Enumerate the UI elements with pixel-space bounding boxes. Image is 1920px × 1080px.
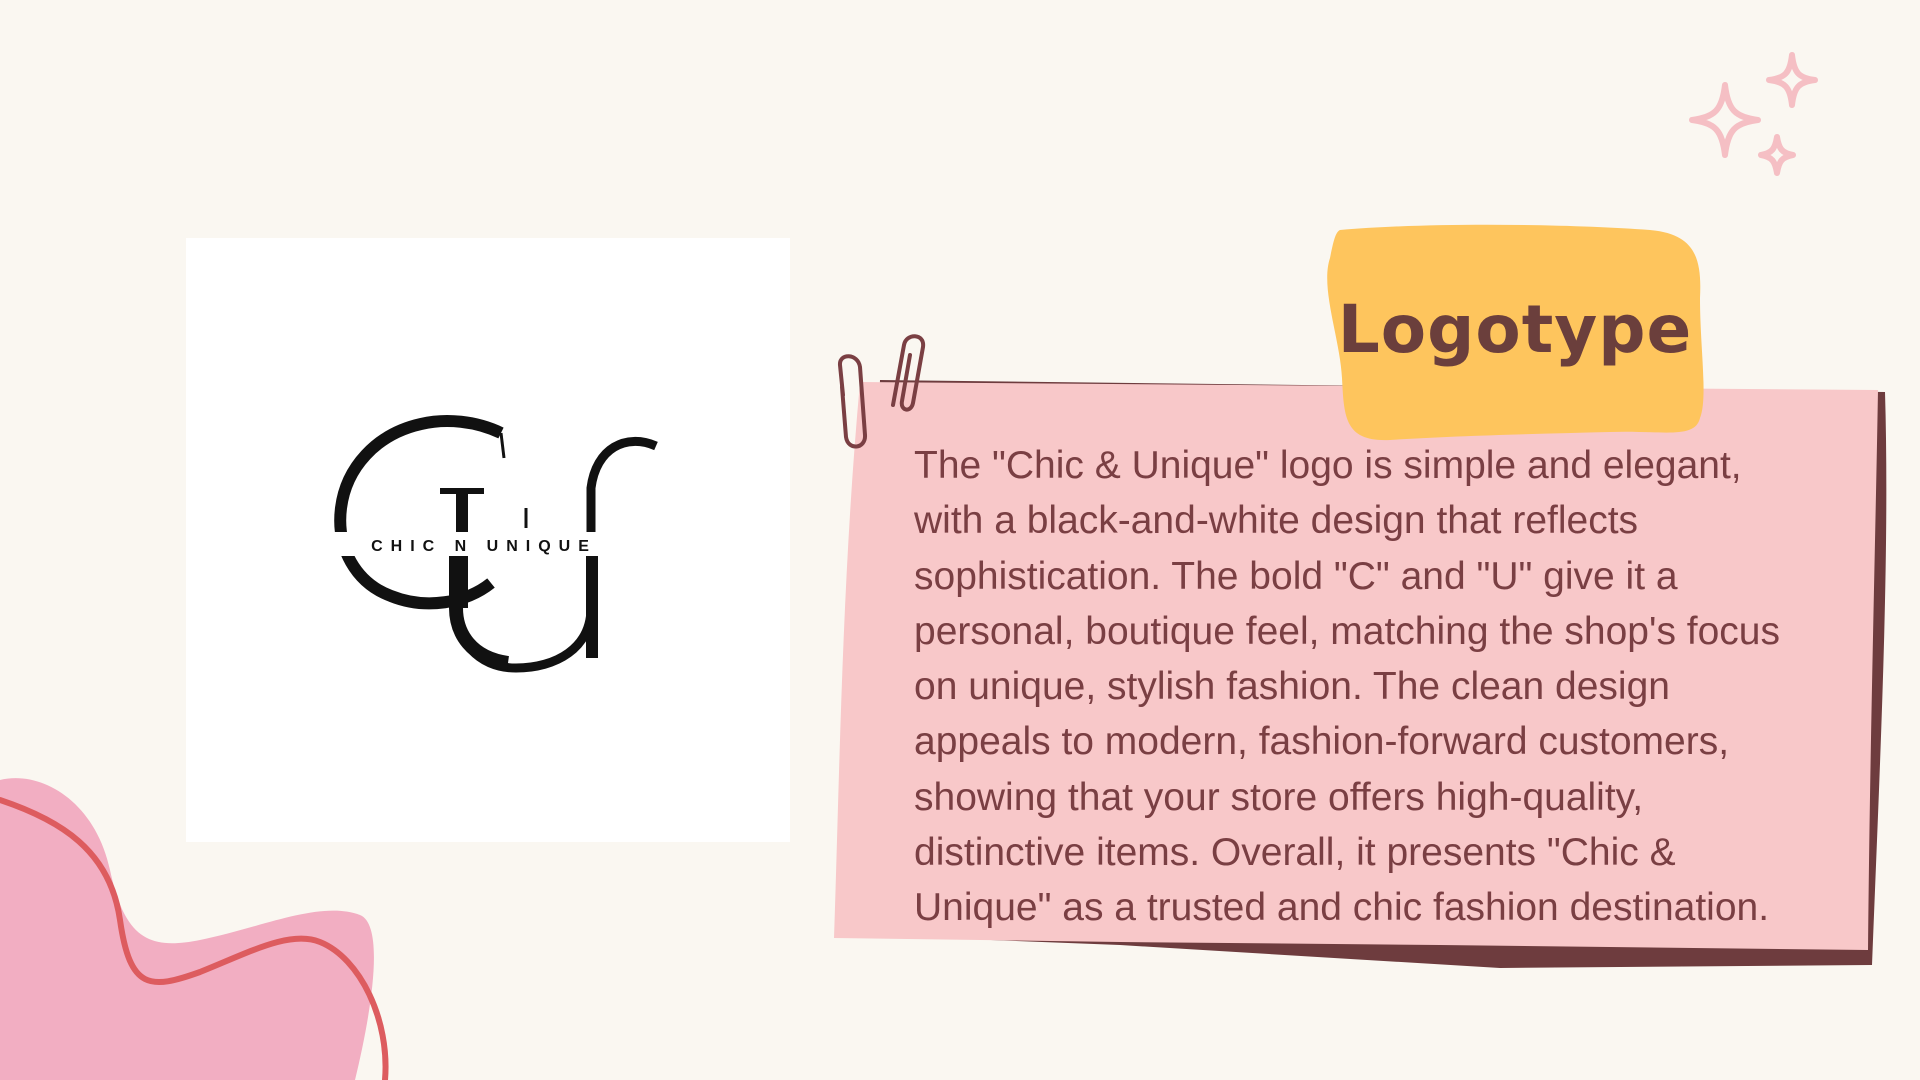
logo-wordmark: CHIC N UNIQUE (371, 538, 597, 555)
description-line: personal, boutique feel, matching the sh… (914, 609, 1780, 653)
sparkle-icon (1689, 52, 1818, 176)
slide-title: Logotype (1337, 291, 1693, 368)
description-line: appeals to modern, fashion-forward custo… (914, 720, 1730, 764)
description-line: sophistication. The bold "C" and "U" giv… (914, 554, 1678, 598)
description-line: The "Chic & Unique" logo is simple and e… (914, 444, 1742, 487)
description-line: distinctive items. Overall, it presents … (914, 831, 1676, 875)
chic-unique-logo: CHIC N UNIQUE (334, 415, 658, 673)
description-line: showing that your store offers high-qual… (914, 775, 1644, 819)
description-line: Unique" as a trusted and chic fashion de… (914, 886, 1770, 930)
description-text: The "Chic & Unique" logo is simple and e… (914, 438, 1814, 936)
description-line: with a black-and-white design that refle… (914, 499, 1639, 543)
description-line: on unique, stylish fashion. The clean de… (914, 665, 1670, 709)
logo-card: CHIC N UNIQUE (186, 238, 790, 842)
